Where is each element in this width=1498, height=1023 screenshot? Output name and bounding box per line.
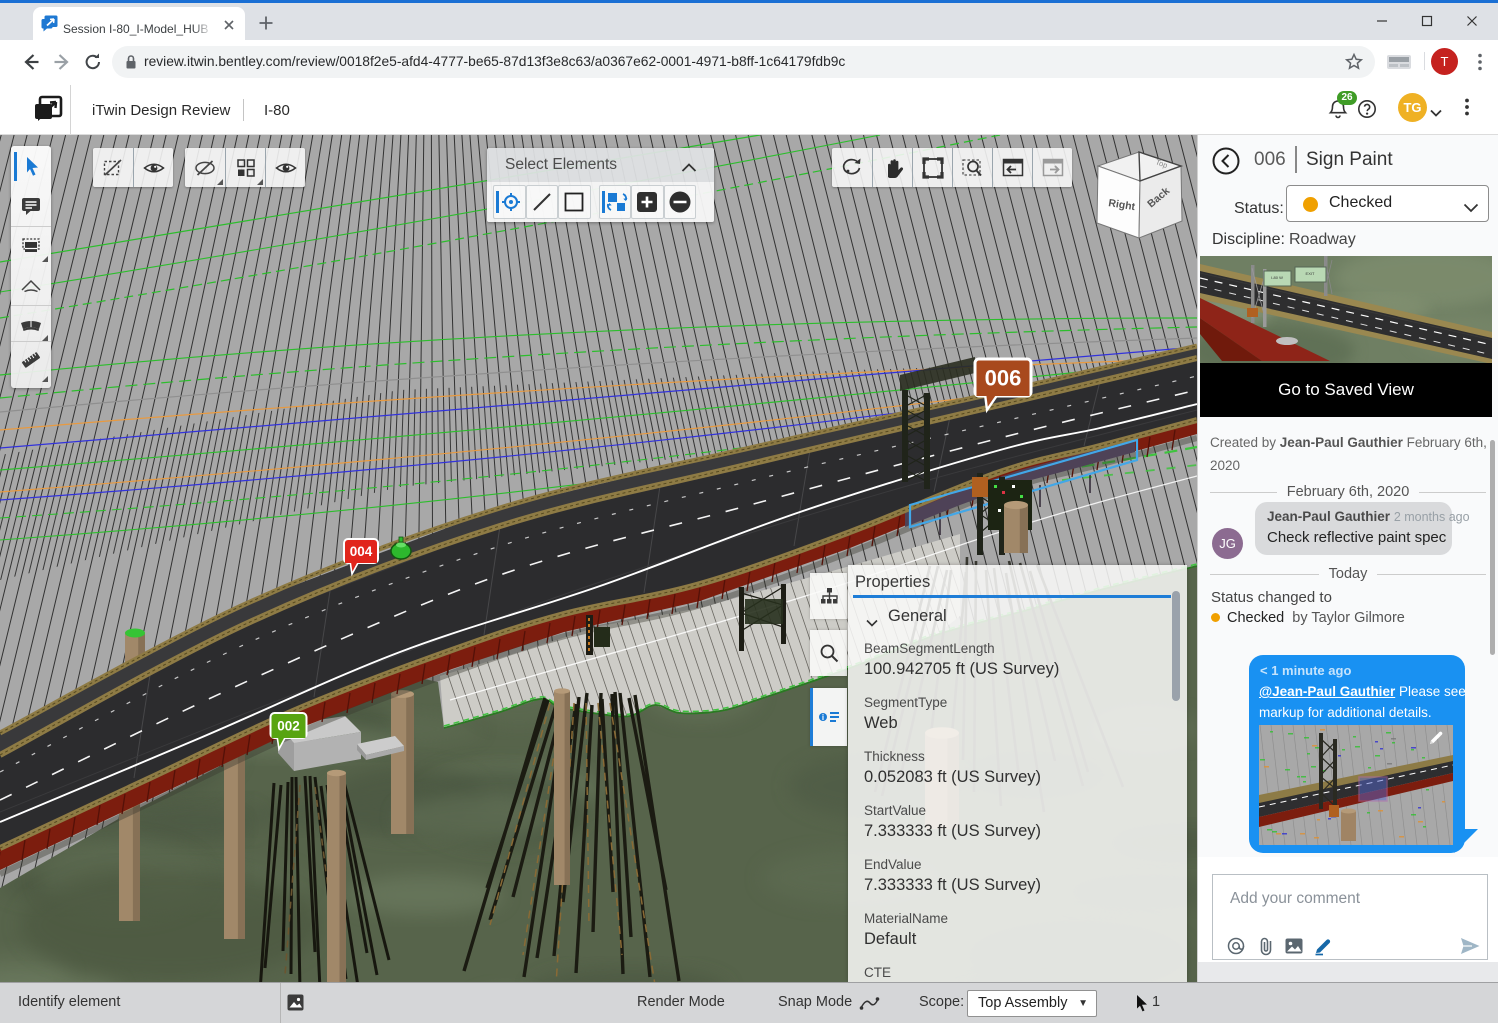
svg-text:002: 002 xyxy=(277,718,300,733)
svg-text:006: 006 xyxy=(985,365,1022,390)
svg-text:I-80 W: I-80 W xyxy=(1271,275,1283,280)
svg-text:004: 004 xyxy=(350,544,373,559)
svg-text:EXIT: EXIT xyxy=(1306,271,1315,276)
svg-text:i: i xyxy=(822,713,824,722)
